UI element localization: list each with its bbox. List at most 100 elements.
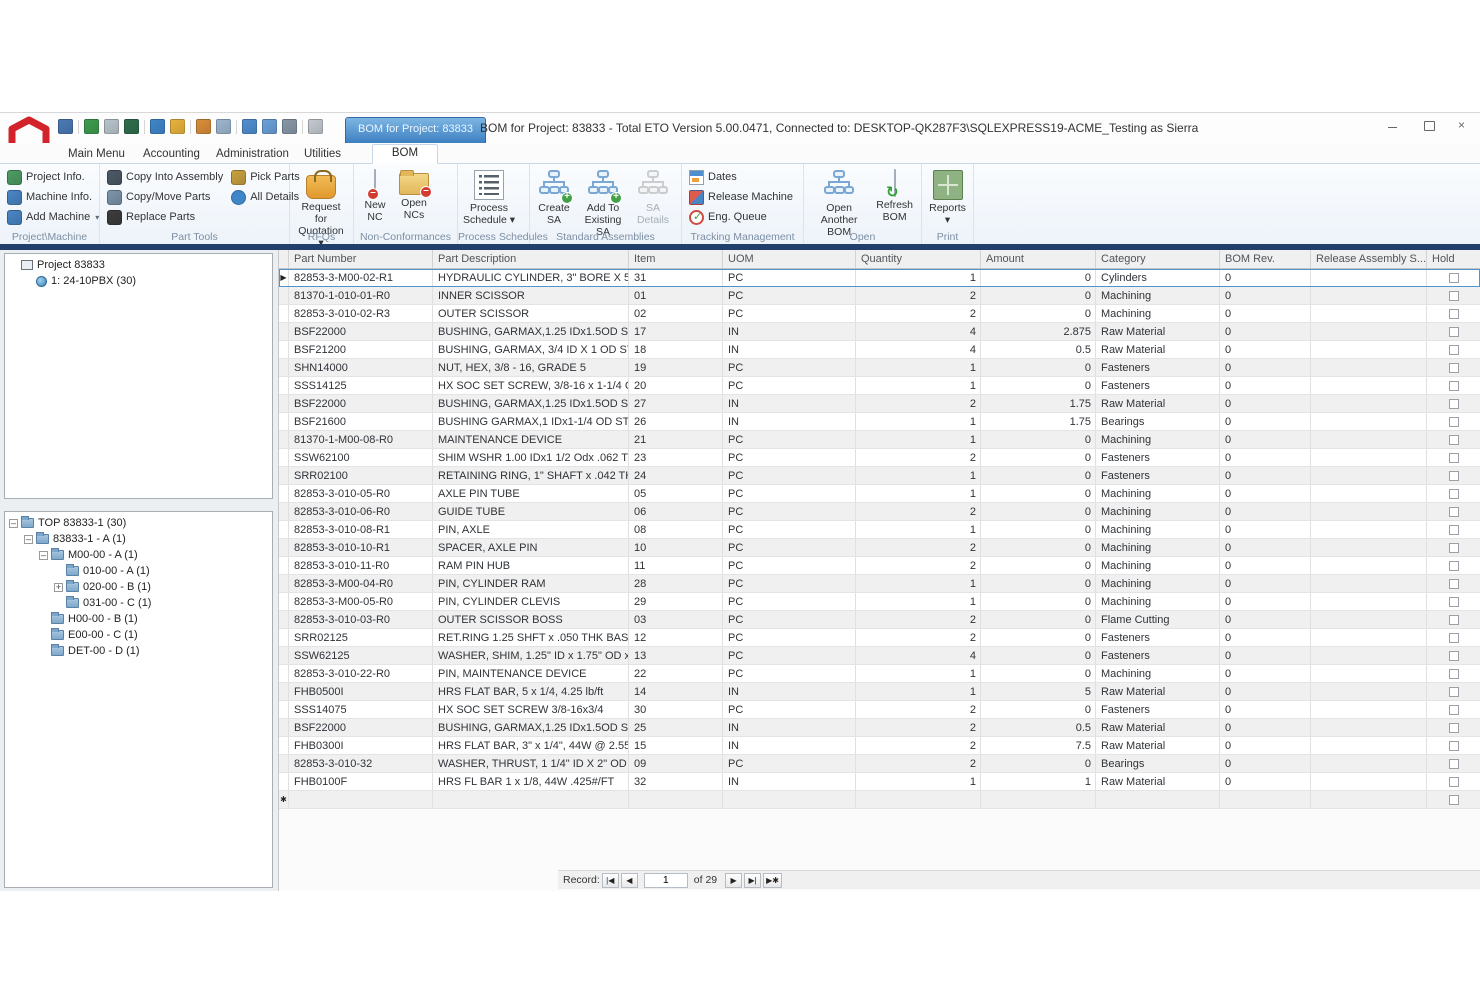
table-row[interactable]: BSF22000BUSHING, GARMAX,1.25 IDx1.5OD ST… xyxy=(279,323,1480,341)
cell-amount[interactable]: 1.75 xyxy=(981,413,1096,430)
cell-category[interactable]: Machining xyxy=(1096,287,1220,304)
cell-part-description[interactable]: INNER SCISSOR xyxy=(433,287,629,304)
cell-amount[interactable]: 0 xyxy=(981,665,1096,682)
column-header-item[interactable]: Item xyxy=(629,250,723,268)
cell-release-assembly[interactable] xyxy=(1311,773,1427,790)
cell-category[interactable]: Raw Material xyxy=(1096,773,1220,790)
new-record-button[interactable]: ▶✱ xyxy=(763,873,782,888)
cell-part-number[interactable]: FHB0500I xyxy=(289,683,433,700)
cell-item[interactable]: 08 xyxy=(629,521,723,538)
cell-release-assembly[interactable] xyxy=(1311,719,1427,736)
cell-bom-rev[interactable]: 0 xyxy=(1220,755,1311,772)
hold-checkbox[interactable] xyxy=(1449,795,1459,805)
cell-item[interactable]: 31 xyxy=(629,269,723,286)
cell-release-assembly[interactable] xyxy=(1311,359,1427,376)
hold-checkbox[interactable] xyxy=(1449,525,1459,535)
cell-item[interactable]: 01 xyxy=(629,287,723,304)
table-row[interactable]: SSW62125WASHER, SHIM, 1.25" ID x 1.75" O… xyxy=(279,647,1480,665)
cell-amount[interactable]: 0 xyxy=(981,269,1096,286)
cell-quantity[interactable]: 4 xyxy=(856,341,981,358)
cell-item[interactable]: 30 xyxy=(629,701,723,718)
search-icon[interactable] xyxy=(58,119,73,134)
cell-item[interactable]: 10 xyxy=(629,539,723,556)
cell-part-number[interactable]: 81370-1-010-01-R0 xyxy=(289,287,433,304)
cell-release-assembly[interactable] xyxy=(1311,521,1427,538)
cell-part-number[interactable]: BSF21200 xyxy=(289,341,433,358)
cell-amount[interactable]: 0 xyxy=(981,701,1096,718)
cell-amount[interactable]: 0 xyxy=(981,305,1096,322)
cell-quantity[interactable]: 2 xyxy=(856,701,981,718)
cell-bom-rev[interactable]: 0 xyxy=(1220,323,1311,340)
row-selector[interactable] xyxy=(279,575,289,592)
request-for-quotation-button[interactable]: Request for Quotation ▾ xyxy=(293,167,349,229)
cell-bom-rev[interactable]: 0 xyxy=(1220,413,1311,430)
cell-amount[interactable]: 0.5 xyxy=(981,341,1096,358)
cell-bom-rev[interactable]: 0 xyxy=(1220,377,1311,394)
cell-part-description[interactable]: MAINTENANCE DEVICE xyxy=(433,431,629,448)
row-selector[interactable] xyxy=(279,593,289,610)
minimize-icon[interactable] xyxy=(1386,119,1400,131)
cell-quantity[interactable]: 1 xyxy=(856,431,981,448)
cell-bom-rev[interactable]: 0 xyxy=(1220,683,1311,700)
cell-quantity[interactable]: 1 xyxy=(856,665,981,682)
open-ncs-button[interactable]: Open NCs xyxy=(393,167,435,229)
row-selector[interactable] xyxy=(279,413,289,430)
cell-quantity[interactable]: 2 xyxy=(856,629,981,646)
table-row[interactable]: SRR02125RET.RING 1.25 SHFT x .050 THK BA… xyxy=(279,629,1480,647)
hold-checkbox[interactable] xyxy=(1449,561,1459,571)
table-row[interactable]: 82853-3-010-10-R1SPACER, AXLE PIN10PC20M… xyxy=(279,539,1480,557)
cell-quantity[interactable]: 2 xyxy=(856,755,981,772)
cell-quantity[interactable]: 2 xyxy=(856,557,981,574)
address-book-icon[interactable] xyxy=(84,119,99,134)
hold-checkbox[interactable] xyxy=(1449,471,1459,481)
tree-item[interactable]: 010-00 - A (1) xyxy=(5,563,272,579)
project-info--button[interactable]: Project Info. xyxy=(3,167,103,187)
column-header-part-description[interactable]: Part Description xyxy=(433,250,629,268)
chat-icon[interactable] xyxy=(262,119,277,134)
cell-bom-rev[interactable]: 0 xyxy=(1220,359,1311,376)
row-selector[interactable] xyxy=(279,737,289,754)
cell-category[interactable]: Fasteners xyxy=(1096,701,1220,718)
cell-amount[interactable] xyxy=(981,791,1096,808)
cell-quantity[interactable]: 2 xyxy=(856,719,981,736)
cell-item[interactable]: 20 xyxy=(629,377,723,394)
cell-item[interactable]: 23 xyxy=(629,449,723,466)
table-row[interactable]: 82853-3-010-08-R1PIN, AXLE08PC10Machinin… xyxy=(279,521,1480,539)
cell-category[interactable]: Bearings xyxy=(1096,755,1220,772)
cell-part-number[interactable]: SRR02100 xyxy=(289,467,433,484)
record-number-input[interactable] xyxy=(644,873,688,888)
cell-part-description[interactable]: RAM PIN HUB xyxy=(433,557,629,574)
cell-quantity[interactable]: 1 xyxy=(856,413,981,430)
cell-uom[interactable]: PC xyxy=(723,377,856,394)
cell-bom-rev[interactable]: 0 xyxy=(1220,665,1311,682)
cell-release-assembly[interactable] xyxy=(1311,395,1427,412)
cell-uom[interactable]: IN xyxy=(723,413,856,430)
cell-item[interactable]: 02 xyxy=(629,305,723,322)
qat-overflow-icon[interactable] xyxy=(308,119,323,134)
table-row[interactable]: 82853-3-010-05-R0AXLE PIN TUBE05PC10Mach… xyxy=(279,485,1480,503)
cell-quantity[interactable]: 1 xyxy=(856,593,981,610)
bom-window-tab[interactable]: BOM for Project: 83833 xyxy=(345,117,486,143)
add-to-existing-sa-button[interactable]: Add To Existing SA xyxy=(575,167,631,229)
cell-part-number[interactable]: 82853-3-010-03-R0 xyxy=(289,611,433,628)
cell-category[interactable]: Machining xyxy=(1096,521,1220,538)
cell-item[interactable]: 29 xyxy=(629,593,723,610)
row-selector[interactable] xyxy=(279,701,289,718)
hold-checkbox[interactable] xyxy=(1449,723,1459,733)
cell-quantity[interactable]: 4 xyxy=(856,647,981,664)
cell-category[interactable]: Machining xyxy=(1096,431,1220,448)
cell-uom[interactable]: PC xyxy=(723,575,856,592)
cell-category[interactable]: Fasteners xyxy=(1096,359,1220,376)
cell-uom[interactable]: IN xyxy=(723,737,856,754)
cell-amount[interactable]: 0 xyxy=(981,575,1096,592)
cell-part-description[interactable]: BUSHING, GARMAX,1.25 IDx1.5OD STOC... xyxy=(433,395,629,412)
row-selector[interactable] xyxy=(279,665,289,682)
cell-quantity[interactable]: 2 xyxy=(856,305,981,322)
column-header-release-assembly[interactable]: Release Assembly S... xyxy=(1311,250,1427,268)
row-selector[interactable] xyxy=(279,467,289,484)
tree-item[interactable]: –M00-00 - A (1) xyxy=(5,547,272,563)
cell-category[interactable]: Machining xyxy=(1096,557,1220,574)
row-selector[interactable] xyxy=(279,503,289,520)
cell-quantity[interactable]: 1 xyxy=(856,575,981,592)
row-selector[interactable] xyxy=(279,485,289,502)
